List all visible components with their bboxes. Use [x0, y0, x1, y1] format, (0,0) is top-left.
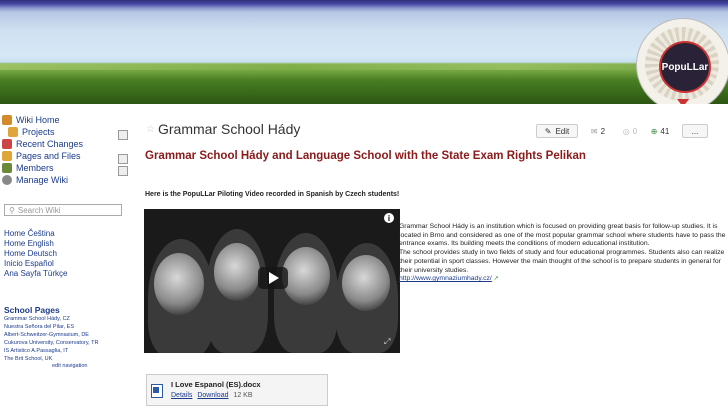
- header-banner: PopuLLar: [0, 0, 728, 104]
- comments-count[interactable]: ✉ 2: [582, 124, 614, 138]
- attachment-details-link[interactable]: Details: [171, 392, 192, 399]
- video-intro-text: Here is the PopuLLar Piloting Video reco…: [145, 191, 400, 198]
- video-frame-shape: [214, 243, 260, 301]
- folder-icon: [2, 151, 12, 161]
- link-home-cestina[interactable]: Home Čeština: [4, 229, 55, 238]
- sidebar-item-pages-and-files[interactable]: Pages and Files: [2, 151, 81, 161]
- sidebar-item-projects[interactable]: Projects: [8, 127, 55, 137]
- banner-landscape: [0, 64, 728, 70]
- expand-projects-icon[interactable]: [118, 130, 128, 140]
- external-link-icon: ↗: [491, 276, 499, 283]
- populllar-logo[interactable]: PopuLLar: [636, 18, 728, 104]
- attachment-card: I Love Espanol (ES).docx Details Downloa…: [146, 374, 328, 406]
- description-paragraph: The school provides study in two fields …: [399, 249, 725, 274]
- edit-icon: ✎: [544, 126, 552, 136]
- edit-button[interactable]: ✎ Edit: [536, 124, 578, 138]
- school-page-link[interactable]: IS Artistico A.Passaglia, IT: [4, 348, 68, 354]
- star-icon[interactable]: ☆: [146, 124, 155, 135]
- search-placeholder: Search Wiki: [17, 205, 61, 215]
- comment-icon: ✉: [590, 126, 598, 136]
- search-icon: ⚲: [9, 205, 15, 215]
- sidebar-item-label: Recent Changes: [16, 139, 84, 149]
- sidebar-item-manage-wiki[interactable]: Manage Wiki: [2, 175, 68, 185]
- projects-icon: [8, 127, 18, 137]
- video-frame-shape: [282, 247, 330, 305]
- link-inicio-espanol[interactable]: Inicio Español: [4, 259, 54, 268]
- school-description: Grammar School Hády is an institution wh…: [399, 223, 728, 284]
- attachment-download-link[interactable]: Download: [197, 392, 228, 399]
- play-button[interactable]: [258, 267, 288, 289]
- school-pages-heading: School Pages: [4, 305, 60, 315]
- sidebar-item-wiki-home[interactable]: Wiki Home: [2, 115, 60, 125]
- sidebar-item-recent-changes[interactable]: Recent Changes: [2, 139, 83, 149]
- comments-count-value: 2: [600, 126, 606, 136]
- watch-icon: ◎: [622, 126, 630, 136]
- revisions-count[interactable]: ⊕ 41: [645, 124, 675, 138]
- school-page-link[interactable]: Nuestra Señora del Pilar, ES: [4, 324, 74, 330]
- page-headline: Grammar School Hády and Language School …: [145, 150, 586, 162]
- sidebar-item-members[interactable]: Members: [2, 163, 54, 173]
- info-icon[interactable]: i: [384, 213, 394, 223]
- home-icon: [2, 115, 12, 125]
- sidebar-item-label: Pages and Files: [16, 151, 81, 161]
- sidebar: Wiki Home Projects Recent Changes Pages …: [0, 113, 136, 409]
- more-button[interactable]: ...: [682, 124, 708, 138]
- school-page-link[interactable]: Albert-Schweitzer-Gymnasium, DE: [4, 332, 89, 338]
- calendar-icon: [2, 139, 12, 149]
- sidebar-item-label: Manage Wiki: [16, 175, 69, 185]
- link-ana-sayfa-turkce[interactable]: Ana Sayfa Türkçe: [4, 269, 67, 278]
- search-input[interactable]: ⚲ Search Wiki: [4, 204, 122, 216]
- edit-navigation-link[interactable]: edit navigation: [52, 363, 87, 369]
- fullscreen-icon[interactable]: ⤢: [384, 337, 393, 346]
- link-home-english[interactable]: Home English: [4, 239, 54, 248]
- logo-core: PopuLLar: [659, 41, 711, 93]
- sidebar-item-label: Wiki Home: [16, 115, 60, 125]
- revisions-count-value: 41: [660, 126, 670, 136]
- video-player[interactable]: i ⤢: [144, 209, 400, 353]
- page-title: Grammar School Hády: [158, 121, 301, 137]
- sidebar-item-label: Projects: [22, 127, 55, 137]
- attachment-size: 12 KB: [233, 392, 253, 399]
- school-page-link[interactable]: Cukurova University, Conservatory, TR: [4, 340, 98, 346]
- expand-pages-icon[interactable]: [118, 154, 128, 164]
- members-icon: [2, 163, 12, 173]
- attachment-name[interactable]: I Love Espanol (ES).docx: [171, 380, 261, 389]
- expand-members-icon[interactable]: [118, 166, 128, 176]
- school-page-link[interactable]: The Brit School, UK: [4, 356, 52, 362]
- school-page-link[interactable]: Grammar School Hády, CZ: [4, 316, 70, 322]
- edit-button-label: Edit: [555, 126, 570, 136]
- link-home-deutsch[interactable]: Home Deutsch: [4, 249, 57, 258]
- gear-icon: [2, 175, 12, 185]
- video-frame-shape: [154, 253, 204, 315]
- logo-arrow-icon: [677, 99, 689, 104]
- sidebar-item-label: Members: [16, 163, 54, 173]
- history-icon: ⊕: [650, 126, 658, 136]
- watch-count[interactable]: ◎ 0: [618, 124, 642, 138]
- watch-count-value: 0: [632, 126, 638, 136]
- main-content: ☆ Grammar School Hády ✎ Edit ✉ 2 ◎ 0 ⊕ 4…: [140, 113, 728, 409]
- attachment-meta: Details Download 12 KB: [171, 392, 253, 399]
- docx-file-icon: [151, 384, 163, 398]
- video-frame-shape: [342, 255, 390, 311]
- description-paragraph: Grammar School Hády is an institution wh…: [399, 223, 726, 248]
- school-website-link[interactable]: http://www.gymnaziumhady.cz/: [399, 275, 492, 282]
